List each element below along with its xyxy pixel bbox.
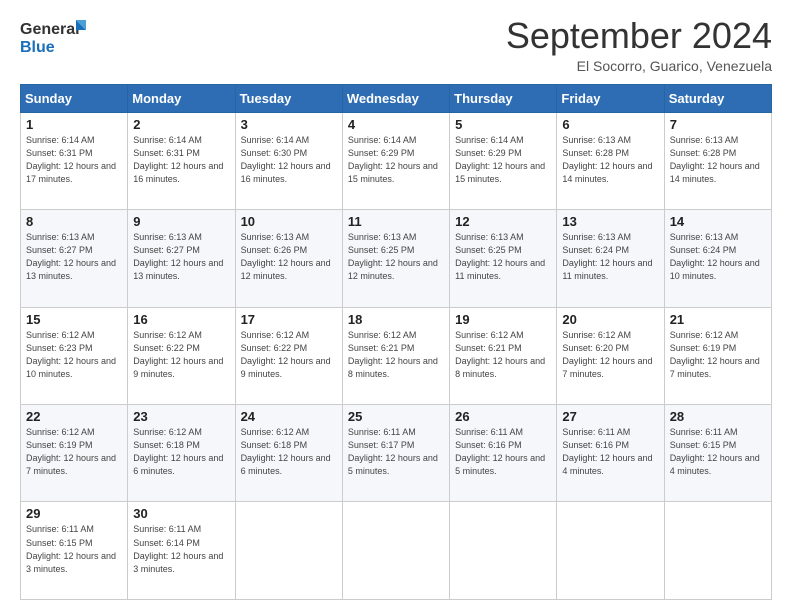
day-3: 3 Sunrise: 6:14 AMSunset: 6:30 PMDayligh… <box>235 112 342 209</box>
header: General Blue September 2024 El Socorro, … <box>20 16 772 74</box>
svg-text:General: General <box>20 21 80 38</box>
day-28: 28 Sunrise: 6:11 AMSunset: 6:15 PMDaylig… <box>664 405 771 502</box>
empty-4 <box>557 502 664 600</box>
calendar: Sunday Monday Tuesday Wednesday Thursday… <box>20 84 772 600</box>
month-title: September 2024 <box>506 16 772 56</box>
col-saturday: Saturday <box>664 84 771 112</box>
empty-1 <box>235 502 342 600</box>
day-13: 13 Sunrise: 6:13 AMSunset: 6:24 PMDaylig… <box>557 210 664 307</box>
week-5: 29 Sunrise: 6:11 AMSunset: 6:15 PMDaylig… <box>21 502 772 600</box>
day-8: 8 Sunrise: 6:13 AMSunset: 6:27 PMDayligh… <box>21 210 128 307</box>
week-1: 1 Sunrise: 6:14 AMSunset: 6:31 PMDayligh… <box>21 112 772 209</box>
day-26: 26 Sunrise: 6:11 AMSunset: 6:16 PMDaylig… <box>450 405 557 502</box>
week-3: 15 Sunrise: 6:12 AMSunset: 6:23 PMDaylig… <box>21 307 772 404</box>
col-wednesday: Wednesday <box>342 84 449 112</box>
day-15: 15 Sunrise: 6:12 AMSunset: 6:23 PMDaylig… <box>21 307 128 404</box>
day-21: 21 Sunrise: 6:12 AMSunset: 6:19 PMDaylig… <box>664 307 771 404</box>
day-23: 23 Sunrise: 6:12 AMSunset: 6:18 PMDaylig… <box>128 405 235 502</box>
day-25: 25 Sunrise: 6:11 AMSunset: 6:17 PMDaylig… <box>342 405 449 502</box>
col-monday: Monday <box>128 84 235 112</box>
col-tuesday: Tuesday <box>235 84 342 112</box>
empty-5 <box>664 502 771 600</box>
empty-3 <box>450 502 557 600</box>
day-16: 16 Sunrise: 6:12 AMSunset: 6:22 PMDaylig… <box>128 307 235 404</box>
header-row: Sunday Monday Tuesday Wednesday Thursday… <box>21 84 772 112</box>
day-12: 12 Sunrise: 6:13 AMSunset: 6:25 PMDaylig… <box>450 210 557 307</box>
day-30: 30 Sunrise: 6:11 AMSunset: 6:14 PMDaylig… <box>128 502 235 600</box>
day-10: 10 Sunrise: 6:13 AMSunset: 6:26 PMDaylig… <box>235 210 342 307</box>
empty-2 <box>342 502 449 600</box>
week-4: 22 Sunrise: 6:12 AMSunset: 6:19 PMDaylig… <box>21 405 772 502</box>
svg-text:Blue: Blue <box>20 39 55 56</box>
col-sunday: Sunday <box>21 84 128 112</box>
day-6: 6 Sunrise: 6:13 AMSunset: 6:28 PMDayligh… <box>557 112 664 209</box>
week-2: 8 Sunrise: 6:13 AMSunset: 6:27 PMDayligh… <box>21 210 772 307</box>
day-2: 2 Sunrise: 6:14 AMSunset: 6:31 PMDayligh… <box>128 112 235 209</box>
day-22: 22 Sunrise: 6:12 AMSunset: 6:19 PMDaylig… <box>21 405 128 502</box>
location: El Socorro, Guarico, Venezuela <box>506 58 772 74</box>
day-18: 18 Sunrise: 6:12 AMSunset: 6:21 PMDaylig… <box>342 307 449 404</box>
logo: General Blue <box>20 16 90 58</box>
day-4: 4 Sunrise: 6:14 AMSunset: 6:29 PMDayligh… <box>342 112 449 209</box>
day-11: 11 Sunrise: 6:13 AMSunset: 6:25 PMDaylig… <box>342 210 449 307</box>
col-friday: Friday <box>557 84 664 112</box>
page: General Blue September 2024 El Socorro, … <box>0 0 792 612</box>
day-19: 19 Sunrise: 6:12 AMSunset: 6:21 PMDaylig… <box>450 307 557 404</box>
day-9: 9 Sunrise: 6:13 AMSunset: 6:27 PMDayligh… <box>128 210 235 307</box>
day-14: 14 Sunrise: 6:13 AMSunset: 6:24 PMDaylig… <box>664 210 771 307</box>
day-1: 1 Sunrise: 6:14 AMSunset: 6:31 PMDayligh… <box>21 112 128 209</box>
logo-svg: General Blue <box>20 16 90 58</box>
day-20: 20 Sunrise: 6:12 AMSunset: 6:20 PMDaylig… <box>557 307 664 404</box>
day-29: 29 Sunrise: 6:11 AMSunset: 6:15 PMDaylig… <box>21 502 128 600</box>
day-17: 17 Sunrise: 6:12 AMSunset: 6:22 PMDaylig… <box>235 307 342 404</box>
title-block: September 2024 El Socorro, Guarico, Vene… <box>506 16 772 74</box>
day-7: 7 Sunrise: 6:13 AMSunset: 6:28 PMDayligh… <box>664 112 771 209</box>
col-thursday: Thursday <box>450 84 557 112</box>
day-5: 5 Sunrise: 6:14 AMSunset: 6:29 PMDayligh… <box>450 112 557 209</box>
day-24: 24 Sunrise: 6:12 AMSunset: 6:18 PMDaylig… <box>235 405 342 502</box>
day-27: 27 Sunrise: 6:11 AMSunset: 6:16 PMDaylig… <box>557 405 664 502</box>
